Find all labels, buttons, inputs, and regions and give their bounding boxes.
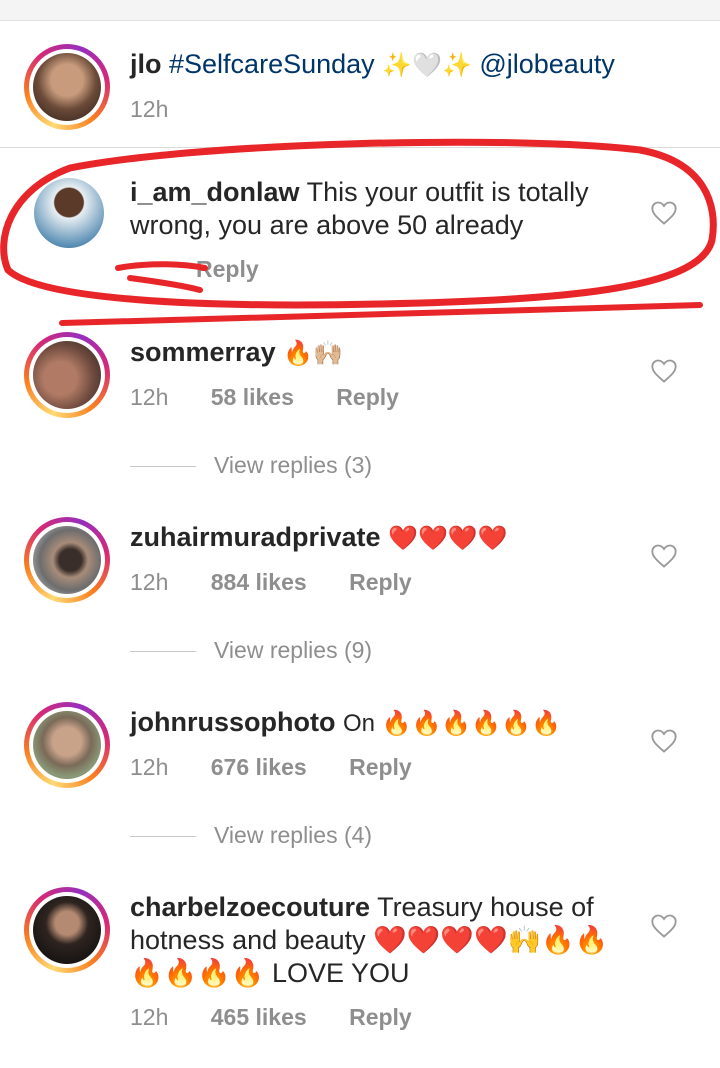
comment-username[interactable]: charbelzoecouture xyxy=(130,892,370,922)
likes-count[interactable]: 676 likes xyxy=(211,754,307,781)
comment-meta: 12h 884 likes Reply xyxy=(130,569,412,596)
comment-text: zuhairmuradprivate ❤️❤️❤️❤️ xyxy=(130,521,650,555)
caption-hashtag[interactable]: #SelfcareSunday xyxy=(169,49,375,79)
view-replies-dash xyxy=(130,836,196,838)
view-replies-dash xyxy=(130,651,196,653)
heart-outline-icon[interactable] xyxy=(650,728,678,754)
caption-emojis: ✨🤍✨ xyxy=(382,52,472,79)
view-replies-button[interactable]: View replies (3) xyxy=(130,452,372,479)
reply-button[interactable]: Reply xyxy=(196,256,259,283)
comment-meta: 12h 465 likes Reply xyxy=(130,1004,412,1031)
likes-count[interactable]: 465 likes xyxy=(211,1004,307,1031)
comment-item: sommerray 🔥🙌🏼 12h 58 likes Reply View re… xyxy=(0,310,720,495)
likes-count[interactable]: 58 likes xyxy=(211,384,294,411)
comment-body: On 🔥🔥🔥🔥🔥🔥 xyxy=(342,710,561,737)
view-replies-button[interactable]: View replies (9) xyxy=(130,637,372,664)
view-replies-label: View replies (9) xyxy=(214,637,373,663)
comment-item: zuhairmuradprivate ❤️❤️❤️❤️ 12h 884 like… xyxy=(0,495,720,680)
caption: jlo #SelfcareSunday ✨🤍✨ @jlobeauty 12h xyxy=(0,22,720,148)
comment-text: johnrussophoto On 🔥🔥🔥🔥🔥🔥 xyxy=(130,706,650,740)
comment-avatar[interactable] xyxy=(24,517,110,603)
comment-time: 12h xyxy=(130,569,169,595)
caption-username[interactable]: jlo xyxy=(130,49,162,79)
view-replies-label: View replies (3) xyxy=(214,452,373,478)
view-replies-label: View replies (4) xyxy=(214,822,373,848)
comment-time: 12h xyxy=(130,754,169,780)
comment-avatar[interactable] xyxy=(24,702,110,788)
comment-body: 🔥🙌🏼 xyxy=(283,340,343,367)
comment-body: ❤️❤️❤️❤️ xyxy=(388,525,508,552)
caption-meta: 12h xyxy=(130,96,168,123)
comment-avatar[interactable] xyxy=(34,178,104,248)
comment-item: i_am_donlaw This your outfit is totally … xyxy=(0,148,720,310)
heart-outline-icon[interactable] xyxy=(650,358,678,384)
reply-button[interactable]: Reply xyxy=(349,1004,412,1031)
comment-username[interactable]: sommerray xyxy=(130,337,276,367)
comment-username[interactable]: johnrussophoto xyxy=(130,707,335,737)
caption-text: jlo #SelfcareSunday ✨🤍✨ @jlobeauty xyxy=(130,48,650,82)
comment-time: 12h xyxy=(130,384,169,410)
reply-button[interactable]: Reply xyxy=(349,569,412,596)
heart-outline-icon[interactable] xyxy=(650,543,678,569)
comment-meta: 12h 58 likes Reply xyxy=(130,384,399,411)
comment-meta: Reply xyxy=(196,256,259,283)
heart-outline-icon[interactable] xyxy=(650,200,678,226)
comment-item: charbelzoecouture Treasury house of hotn… xyxy=(0,865,720,1065)
comment-avatar[interactable] xyxy=(24,332,110,418)
caption-time: 12h xyxy=(130,96,169,122)
reply-button[interactable]: Reply xyxy=(349,754,412,781)
comment-item: johnrussophoto On 🔥🔥🔥🔥🔥🔥 12h 676 likes R… xyxy=(0,680,720,865)
reply-button[interactable]: Reply xyxy=(336,384,399,411)
view-replies-dash xyxy=(130,466,196,468)
caption-mention[interactable]: @jlobeauty xyxy=(479,49,615,79)
comment-time: 12h xyxy=(130,1004,169,1030)
comment-username[interactable]: i_am_donlaw xyxy=(130,177,300,207)
comment-text: i_am_donlaw This your outfit is totally … xyxy=(130,176,650,242)
top-divider xyxy=(0,0,720,21)
caption-avatar[interactable] xyxy=(24,44,110,130)
comment-text: sommerray 🔥🙌🏼 xyxy=(130,336,650,370)
comment-meta: 12h 676 likes Reply xyxy=(130,754,412,781)
likes-count[interactable]: 884 likes xyxy=(211,569,307,596)
heart-outline-icon[interactable] xyxy=(650,913,678,939)
comment-avatar[interactable] xyxy=(24,887,110,973)
comment-text: charbelzoecouture Treasury house of hotn… xyxy=(130,891,630,990)
comment-username[interactable]: zuhairmuradprivate xyxy=(130,522,381,552)
view-replies-button[interactable]: View replies (4) xyxy=(130,822,372,849)
